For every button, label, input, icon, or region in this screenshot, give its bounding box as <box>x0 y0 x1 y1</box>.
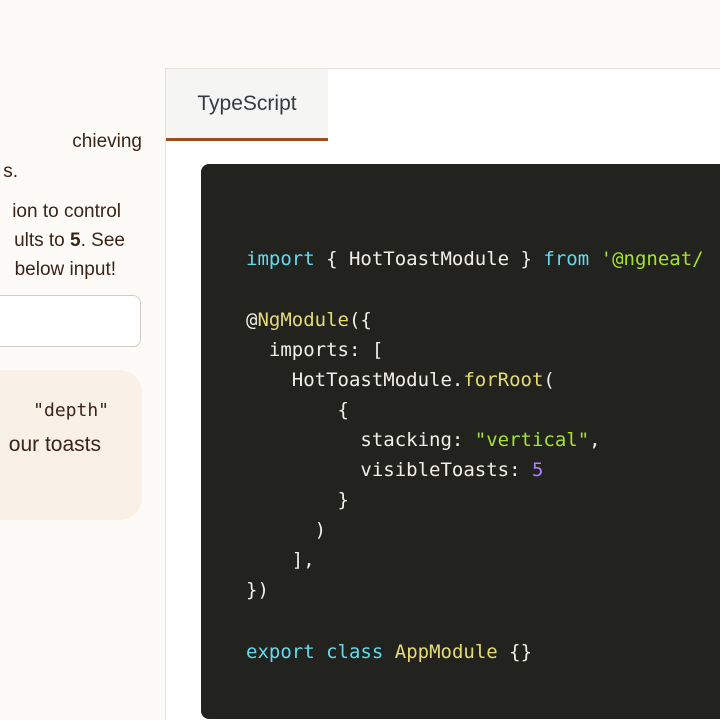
code-line: import { HotToastModule } from '@ngneat/ <box>246 248 704 270</box>
max-toasts-value: 5 <box>70 230 81 251</box>
code-line: @NgModule({ <box>246 309 372 331</box>
code-line: }) <box>246 579 269 601</box>
code-line: stacking: "vertical", <box>246 429 601 451</box>
description-line: ion to control <box>12 201 121 222</box>
code-line: HotToastModule.forRoot( <box>246 369 555 391</box>
tab-bar: TypeScript <box>166 69 720 141</box>
code-panel: TypeScript import { HotToastModule } fro… <box>165 68 720 720</box>
description-line: ults to 5. See <box>14 230 125 251</box>
info-card: "depth" our toasts <box>0 370 142 520</box>
toast-count-input[interactable] <box>0 295 141 347</box>
code-line: ) <box>246 519 327 541</box>
description-line: below input! <box>14 259 116 280</box>
depth-code: "depth" <box>33 400 109 421</box>
code-line: { <box>246 399 349 421</box>
code-block: import { HotToastModule } from '@ngneat/… <box>201 164 720 719</box>
code-line: ], <box>246 549 315 571</box>
code-line: export class AppModule {} <box>246 641 533 663</box>
description-line: chieving <box>72 131 142 152</box>
description-line: s. <box>3 161 18 182</box>
code-line: } <box>246 489 349 511</box>
info-card-text: our toasts <box>8 433 101 456</box>
tab-typescript[interactable]: TypeScript <box>166 69 328 141</box>
code-line: imports: [ <box>246 339 384 361</box>
code-line: visibleToasts: 5 <box>246 459 544 481</box>
description-column: chieving s. ion to control ults to 5. Se… <box>0 0 165 720</box>
